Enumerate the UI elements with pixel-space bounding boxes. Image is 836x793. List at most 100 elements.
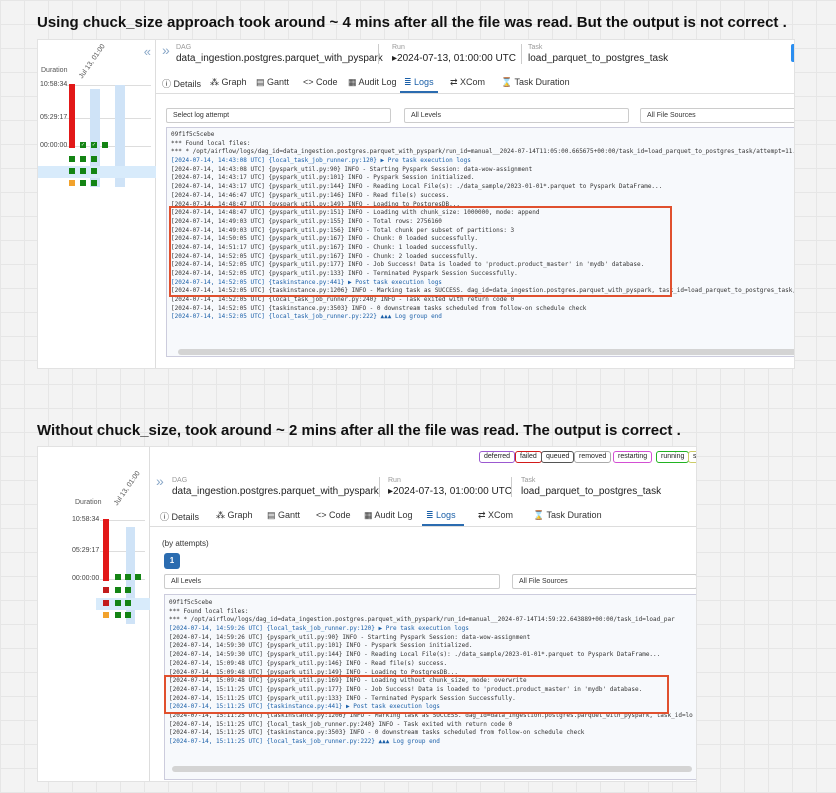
log-line: [2024-07-14, 14:43:17 UTC] {pyspark_util… — [171, 174, 475, 182]
legend-restarting[interactable]: restarting — [613, 451, 653, 463]
legend-removed[interactable]: removed — [574, 451, 612, 463]
selected-task-row[interactable] — [38, 166, 156, 178]
log-line: *** Found local files: — [169, 607, 249, 615]
log-line: 09f1f5c5cebe — [169, 599, 213, 606]
task-status-square[interactable] — [125, 600, 131, 606]
clear-button[interactable] — [791, 44, 794, 62]
task-status-square[interactable] — [69, 168, 75, 174]
task-status-square[interactable] — [80, 180, 86, 186]
tab-graph[interactable]: ⁂ Graph — [216, 510, 253, 521]
tab-details[interactable]: ⓘ Details — [162, 77, 201, 90]
horizontal-scrollbar[interactable] — [172, 766, 692, 772]
legend-running[interactable]: running — [656, 451, 690, 463]
tab-task-duration[interactable]: ⌛ Task Duration — [501, 77, 570, 88]
duration-bar[interactable] — [69, 84, 75, 148]
expand-chevron-icon[interactable]: » — [162, 42, 170, 58]
task-status-square[interactable]: ✓ — [91, 142, 97, 148]
legend-scheduled[interactable]: sch — [688, 451, 696, 463]
log-level-select[interactable]: All Levels — [164, 574, 500, 589]
task-status-square[interactable] — [80, 156, 86, 162]
task-status-square[interactable] — [103, 612, 109, 618]
dag-name-link[interactable]: data_ingestion.postgres.parquet_with_pys… — [176, 53, 383, 64]
task-status-square[interactable]: ✓ — [80, 142, 86, 148]
attempt-1-button[interactable]: 1 — [164, 553, 180, 569]
dag-label: DAG — [172, 477, 188, 484]
log-line: [2024-07-14, 14:52:05 UTC] {taskinstance… — [171, 304, 587, 312]
log-line: [2024-07-14, 14:52:05 UTC] {local_task_j… — [171, 296, 515, 304]
log-line: [2024-07-14, 15:09:48 UTC] {pyspark_util… — [169, 659, 448, 667]
details-icon: ⓘ — [162, 79, 174, 89]
tab-details[interactable]: ⓘ Details — [160, 510, 199, 523]
xcom-icon: ⇄ — [478, 510, 489, 520]
task-status-square[interactable] — [125, 574, 131, 580]
screenshot-with-chunk-size: « Duration Jul 13, 01:00 10:58:34 05:29:… — [37, 39, 795, 369]
log-line: [2024-07-14, 14:59:30 UTC] {pyspark_util… — [169, 642, 473, 650]
legend-deferred[interactable]: deferred — [479, 451, 516, 463]
tab-task-duration[interactable]: ⌛ Task Duration — [533, 510, 602, 521]
task-status-square[interactable] — [115, 612, 121, 618]
task-status-square[interactable] — [102, 142, 108, 148]
log-attempt-select[interactable]: Select log attempt — [166, 108, 391, 123]
task-status-square[interactable] — [103, 587, 109, 593]
graph-icon: ⁂ — [210, 77, 222, 87]
expand-chevron-icon[interactable]: » — [156, 473, 164, 489]
task-link[interactable]: load_parquet_to_postgres_task — [521, 486, 661, 497]
task-status-square[interactable] — [103, 600, 109, 606]
task-status-square[interactable] — [115, 587, 121, 593]
task-status-square[interactable] — [125, 612, 131, 618]
log-level-select[interactable]: All Levels — [404, 108, 629, 123]
file-source-select[interactable]: All File Sources — [640, 108, 794, 123]
task-status-square[interactable] — [91, 168, 97, 174]
tab-xcom[interactable]: ⇄ XCom — [450, 77, 485, 88]
caption-bottom: Without chuck_size, took around ~ 2 mins… — [37, 422, 681, 439]
file-source-select[interactable]: All File Sources — [512, 574, 696, 589]
log-line: [2024-07-14, 14:59:30 UTC] {pyspark_util… — [169, 651, 661, 659]
task-link[interactable]: load_parquet_to_postgres_task — [528, 53, 668, 64]
screenshot-without-chunk-size: Duration Jul 13, 01:00 10:58:34 05:29:17… — [37, 446, 697, 782]
tab-gantt[interactable]: ▤ Gantt — [256, 77, 289, 88]
duration-bar[interactable] — [103, 519, 109, 581]
task-status-square[interactable] — [115, 574, 121, 580]
attempts-label: (by attempts) — [162, 539, 209, 548]
tab-code[interactable]: <> Code — [303, 77, 338, 87]
legend-queued[interactable]: queued — [541, 451, 575, 463]
task-status-square[interactable] — [125, 587, 131, 593]
horizontal-scrollbar[interactable] — [178, 349, 794, 355]
task-status-square[interactable] — [91, 156, 97, 162]
run-link[interactable]: ▸2024-07-13, 01:00:00 UTC — [388, 486, 512, 497]
tab-xcom[interactable]: ⇄ XCom — [478, 510, 513, 521]
tab-code[interactable]: <> Code — [316, 510, 351, 520]
log-line: [2024-07-14, 14:59:26 UTC] {local_task_j… — [169, 625, 469, 633]
log-line: *** * /opt/airflow/logs/dag_id=data_inge… — [171, 148, 795, 156]
tab-logs[interactable]: ≣ Logs — [426, 510, 456, 521]
task-status-square[interactable] — [91, 180, 97, 186]
caption-top: Using chuck_size approach took around ~ … — [37, 14, 787, 31]
ytick-min: 00:00:00 — [72, 575, 100, 582]
tab-gantt[interactable]: ▤ Gantt — [267, 510, 300, 521]
highlight-box — [164, 675, 669, 714]
collapse-chevron-icon[interactable]: « — [144, 44, 151, 59]
log-line: [2024-07-14, 14:59:26 UTC] {pyspark_util… — [169, 633, 531, 641]
task-status-square[interactable] — [115, 600, 121, 606]
dag-name-link[interactable]: data_ingestion.postgres.parquet_with_pys… — [172, 486, 379, 497]
log-line: [2024-07-14, 15:11:25 UTC] {local_task_j… — [169, 738, 440, 745]
tab-logs[interactable]: ≣ Logs — [404, 77, 434, 88]
tab-audit-log[interactable]: ▦ Audit Log — [348, 77, 397, 88]
legend-failed[interactable]: failed — [515, 451, 542, 463]
tab-audit-log[interactable]: ▦ Audit Log — [364, 510, 413, 521]
run-date-label: Jul 13, 01:00 — [78, 43, 107, 81]
task-main-panel: » DAG data_ingestion.postgres.parquet_wi… — [156, 40, 794, 368]
log-line: [2024-07-14, 15:11:25 UTC] {taskinstance… — [169, 729, 585, 737]
log-line: *** * /opt/airflow/logs/dag_id=data_inge… — [169, 616, 675, 624]
log-line: *** Found local files: — [171, 139, 251, 147]
task-label: Task — [528, 44, 543, 51]
task-status-square[interactable] — [69, 180, 75, 186]
gantt-icon: ▤ — [267, 510, 279, 520]
run-link[interactable]: ▸2024-07-13, 01:00:00 UTC — [392, 53, 516, 64]
task-status-square[interactable] — [69, 156, 75, 162]
task-status-square[interactable] — [80, 168, 86, 174]
tab-graph[interactable]: ⁂ Graph — [210, 77, 247, 88]
xcom-icon: ⇄ — [450, 77, 461, 87]
task-status-square[interactable] — [135, 574, 141, 580]
graph-icon: ⁂ — [216, 510, 228, 520]
